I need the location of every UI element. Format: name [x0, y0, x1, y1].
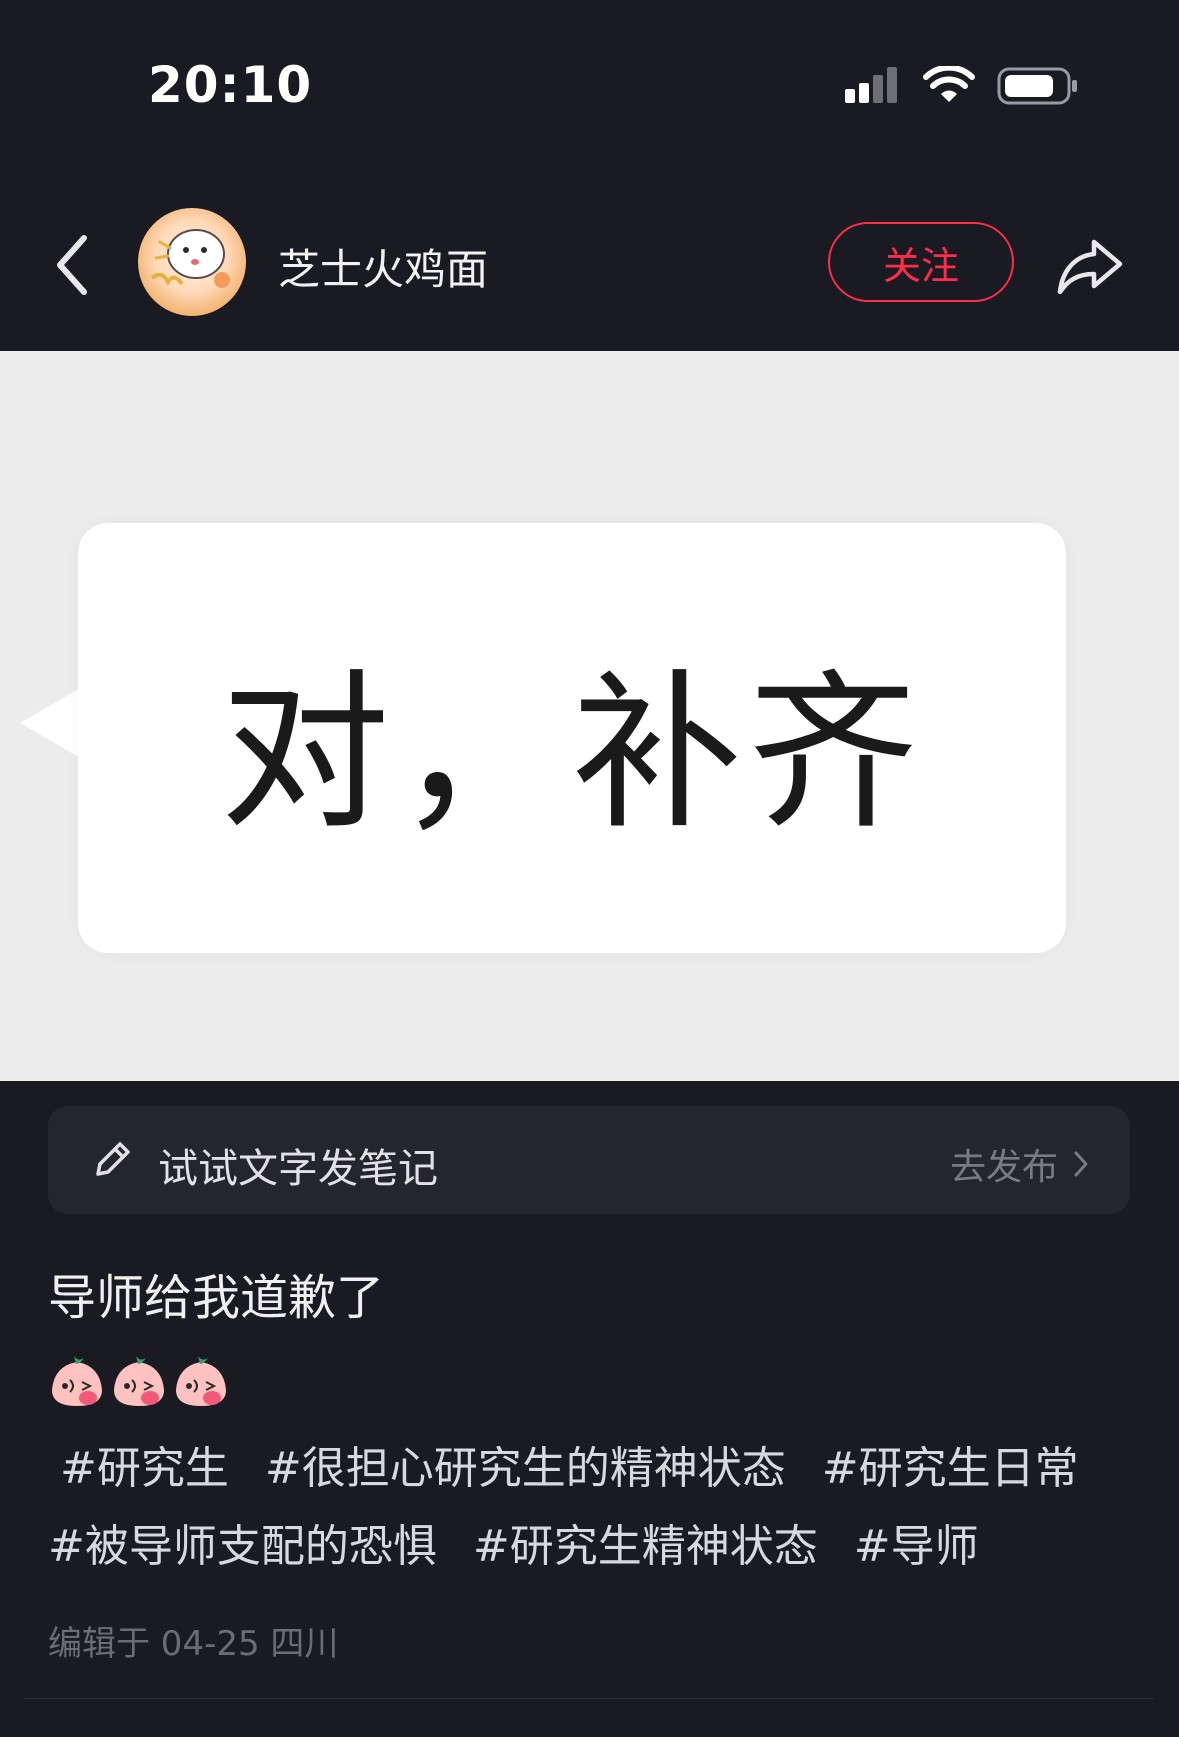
- signal-icon: [845, 67, 897, 103]
- chevron-right-icon: [1074, 1151, 1088, 1177]
- share-button[interactable]: [1054, 228, 1126, 300]
- post-image[interactable]: 对，补齐: [0, 351, 1179, 1081]
- hashtag-link[interactable]: #导师: [854, 1508, 979, 1586]
- status-time: 20:10: [148, 56, 313, 114]
- author-avatar[interactable]: [138, 208, 246, 316]
- avatar-illustration-icon: [150, 229, 230, 288]
- chevron-left-icon: [57, 235, 87, 295]
- status-icons: [843, 66, 1079, 106]
- emoji-row: [48, 1352, 230, 1410]
- compose-label: 试试文字发笔记: [158, 1146, 438, 1192]
- bubble-tail: [20, 687, 82, 759]
- pencil-icon: [96, 1142, 130, 1176]
- publish-label: 去发布: [949, 1147, 1058, 1188]
- hashtag-link[interactable]: #研究生: [60, 1430, 229, 1508]
- hashtag-link[interactable]: #研究生精神状态: [473, 1508, 818, 1586]
- publish-link[interactable]: 去发布: [950, 1138, 1090, 1190]
- hashtag-link[interactable]: #很担心研究生的精神状态: [265, 1430, 786, 1508]
- author-name[interactable]: 芝士火鸡面: [278, 236, 488, 297]
- post-title: 导师给我道歉了: [48, 1270, 385, 1326]
- bubble-text: 对，补齐: [219, 655, 924, 853]
- status-bar: 20:10: [0, 0, 1179, 170]
- chat-bubble: 对，补齐: [78, 523, 1066, 953]
- share-icon: [1057, 239, 1123, 295]
- divider: [24, 1698, 1154, 1699]
- follow-button[interactable]: 关注: [828, 222, 1014, 302]
- hashtag-link[interactable]: #研究生日常: [822, 1430, 1079, 1508]
- blushing-peach-icon: [52, 1356, 102, 1406]
- wifi-icon: [923, 66, 975, 102]
- blushing-peach-icon: [114, 1356, 164, 1406]
- hashtag-link[interactable]: #被导师支配的恐惧: [48, 1508, 437, 1586]
- post-header: 芝士火鸡面 关注: [0, 190, 1179, 340]
- blushing-peach-icon: [176, 1356, 226, 1406]
- hashtag-list: #研究生 #很担心研究生的精神状态 #研究生日常 #被导师支配的恐惧 #研究生精神状态 #…: [48, 1430, 1148, 1586]
- back-button[interactable]: [48, 230, 98, 300]
- compose-note-bar[interactable]: 试试文字发笔记 去发布: [48, 1106, 1130, 1214]
- edit-meta: 编辑于 04-25 四川: [48, 1624, 339, 1664]
- battery-icon: [997, 67, 1077, 105]
